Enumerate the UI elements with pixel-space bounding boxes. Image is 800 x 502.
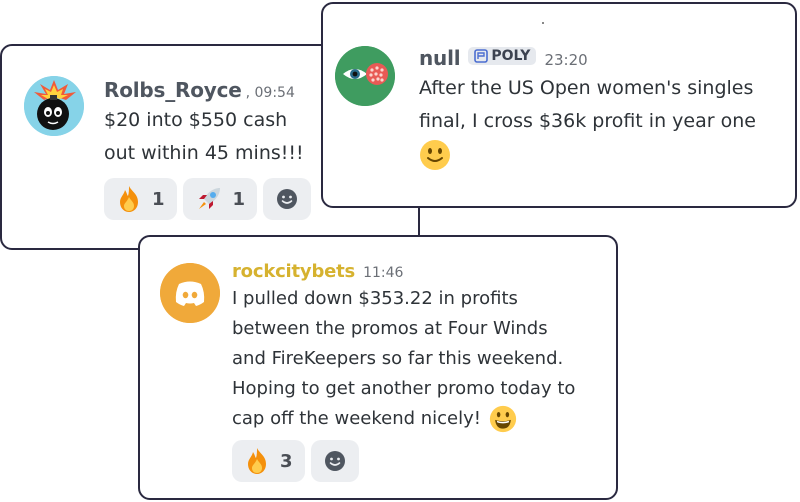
message-header: null POLY 23:20 [419, 46, 756, 70]
reaction-fire[interactable]: 1 [104, 178, 177, 220]
message-card-rockcitybets: rockcitybets 11:46 I pulled down $353.22… [138, 235, 618, 500]
message-card-null: null POLY 23:20 After the US Open women'… [321, 2, 797, 208]
message-content: $20 into $550 cash out within 45 mins!!! [104, 104, 311, 170]
avatar[interactable] [160, 263, 220, 323]
message-line: and FireKeepers so far this weekend. [232, 348, 564, 369]
message-content: I pulled down $353.22 in profits between… [232, 284, 575, 434]
add-reaction-button[interactable] [310, 440, 359, 482]
server-tag-label: POLY [491, 48, 531, 64]
message-body: rockcitybets 11:46 I pulled down $353.22… [232, 261, 575, 482]
message-line: Hoping to get another promo today to [232, 378, 576, 399]
message-header: Rolbs_Royce , 09:54 [104, 78, 311, 102]
discord-logo-icon [160, 263, 220, 323]
timestamp: 11:46 [363, 265, 404, 281]
grinning-face-icon [489, 405, 516, 433]
message-line [419, 138, 756, 174]
avatar[interactable] [335, 46, 395, 106]
username[interactable]: rockcitybets [232, 261, 355, 282]
fire-icon [120, 186, 138, 212]
message-body: null POLY 23:20 After the US Open women'… [419, 46, 756, 174]
message-line: out within 45 mins!!! [104, 142, 304, 164]
reactions-bar: 3 [232, 440, 575, 482]
reaction-count: 1 [232, 188, 246, 210]
message-line: I pulled down $353.22 in profits [232, 288, 518, 309]
username[interactable]: Rolbs_Royce [104, 78, 242, 102]
add-reaction-icon [324, 451, 345, 471]
message-line: final, I cross $36k profit in year one [419, 110, 756, 132]
message-line-text: cap off the weekend nicely! [232, 408, 482, 429]
fire-icon [248, 448, 266, 474]
message-line: between the promos at Four Winds [232, 318, 548, 339]
message-body: Rolbs_Royce , 09:54 $20 into $550 cash o… [104, 78, 312, 220]
message-line: $20 into $550 cash [104, 109, 288, 131]
message-content: After the US Open women's singles final,… [419, 72, 756, 174]
username[interactable]: null [419, 46, 461, 70]
timestamp: 23:20 [544, 51, 588, 69]
slightly-smiling-face-icon [420, 139, 450, 170]
add-reaction-button[interactable] [263, 178, 312, 220]
message-line: After the US Open women's singles [419, 77, 754, 99]
reaction-count: 3 [280, 450, 293, 472]
bomb-avatar-icon [24, 76, 84, 136]
reaction-rocket[interactable]: 1 [182, 178, 258, 220]
avatar[interactable] [24, 76, 84, 136]
eye-avatar-icon [335, 46, 395, 106]
add-reaction-icon [277, 189, 298, 209]
message-line: cap off the weekend nicely! [232, 404, 575, 434]
timestamp: , 09:54 [245, 85, 295, 101]
decorative-dot [542, 22, 544, 24]
reaction-count: 1 [152, 188, 165, 210]
reactions-bar: 1 1 [104, 178, 312, 220]
reaction-fire[interactable]: 3 [232, 440, 305, 482]
poly-tag-icon [474, 49, 489, 63]
rocket-icon [198, 188, 220, 209]
message-header: rockcitybets 11:46 [232, 261, 575, 282]
server-tag-badge[interactable]: POLY [468, 47, 537, 65]
